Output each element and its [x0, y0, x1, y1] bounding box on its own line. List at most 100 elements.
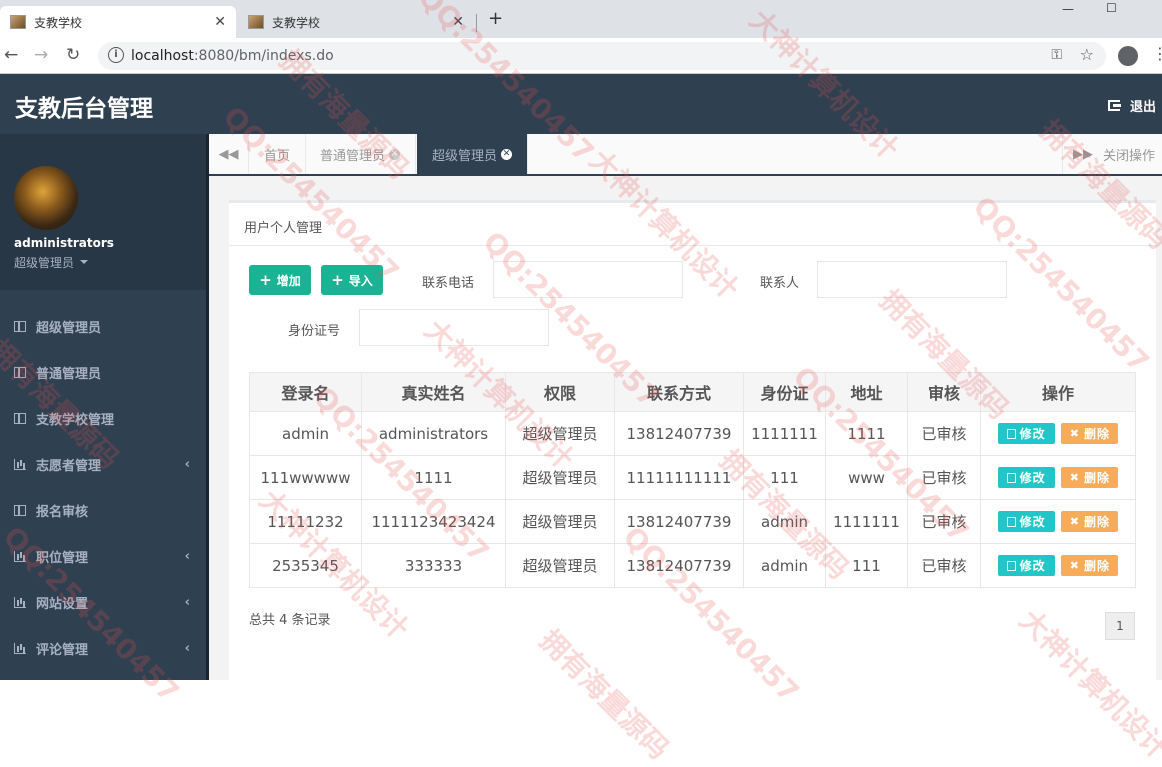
- edit-button[interactable]: 修改: [997, 467, 1055, 488]
- chevron-left-icon: ‹: [184, 548, 190, 564]
- cell-permission: 超级管理员: [505, 455, 615, 500]
- site-favicon-icon: [248, 15, 264, 29]
- sidebar-item-position[interactable]: 职位管理 ‹: [0, 533, 206, 579]
- phone-label: 联系电话: [422, 276, 475, 291]
- close-tab-icon[interactable]: ✕: [452, 14, 464, 30]
- close-tab-icon[interactable]: ✕: [389, 148, 401, 160]
- tab-separator: [476, 14, 477, 32]
- tab-normal-admin[interactable]: 普通管理员 ✕: [305, 134, 417, 174]
- bar-chart-icon: [14, 550, 26, 562]
- profile-panel: administrators 超级管理员: [0, 134, 206, 290]
- minimize-icon[interactable]: —: [1062, 2, 1074, 16]
- close-tab-icon[interactable]: ✕: [501, 148, 513, 160]
- column-header: 权限: [505, 372, 615, 412]
- delete-label: 删除: [1083, 559, 1110, 573]
- column-header: 审核: [907, 372, 981, 412]
- chevron-left-icon: ‹: [184, 640, 190, 656]
- cell-login: 11111232: [249, 499, 362, 544]
- url-text: localhost:8080/bm/indexs.do: [131, 48, 334, 64]
- copy-icon: [1006, 472, 1016, 483]
- delete-button[interactable]: ✖ 删除: [1061, 555, 1119, 576]
- delete-button[interactable]: ✖ 删除: [1061, 423, 1119, 444]
- forward-icon[interactable]: →: [34, 45, 48, 65]
- cell-phone: 13812407739: [614, 543, 744, 588]
- cell-status: 已审核: [907, 499, 981, 544]
- add-button[interactable]: + 增加: [249, 265, 311, 295]
- sidebar-item-super-admin[interactable]: 超级管理员: [0, 303, 206, 349]
- profile-role-dropdown[interactable]: 超级管理员: [14, 254, 88, 271]
- sidebar-item-site-settings[interactable]: 网站设置 ‹: [0, 579, 206, 625]
- sidebar-item-label: 报名审核: [36, 504, 89, 520]
- sidebar-item-label: 职位管理: [36, 550, 89, 566]
- cell-permission: 超级管理员: [505, 543, 615, 588]
- cell-address: 1111: [825, 411, 908, 456]
- edit-button[interactable]: 修改: [997, 555, 1055, 576]
- close-tab-icon[interactable]: ✕: [214, 14, 226, 30]
- edit-button[interactable]: 修改: [997, 423, 1055, 444]
- browser-menu-icon[interactable]: ⋮: [1152, 44, 1162, 63]
- url-field[interactable]: i localhost:8080/bm/indexs.do ⚿ ☆: [98, 42, 1106, 70]
- add-label: 增加: [276, 273, 301, 288]
- cell-status: 已审核: [907, 411, 981, 456]
- contact-label: 联系人: [760, 276, 800, 291]
- browser-tab-2[interactable]: 支教学校 ✕: [238, 6, 474, 38]
- tab-home[interactable]: 首页: [249, 134, 307, 174]
- copy-icon: [1006, 516, 1016, 527]
- sidebar-item-label: 支教学校管理: [36, 412, 115, 428]
- sidebar-item-label: 超级管理员: [36, 320, 102, 336]
- delete-button[interactable]: ✖ 删除: [1061, 467, 1119, 488]
- tabs-scroll-right-icon[interactable]: ▶▶: [1063, 147, 1103, 162]
- browser-tab-strip: 支教学校 ✕ 支教学校 ✕ + — ☐: [0, 0, 1162, 38]
- browser-tab-1[interactable]: 支教学校 ✕: [0, 6, 236, 38]
- edit-button[interactable]: 修改: [997, 511, 1055, 532]
- cell-realname: 333333: [361, 543, 506, 588]
- tab-label: 超级管理员: [432, 148, 498, 164]
- app-header: 支教后台管理 退出: [0, 74, 1162, 134]
- bookmark-star-icon[interactable]: ☆: [1080, 45, 1094, 64]
- grid-icon: [14, 320, 26, 332]
- table-row: 111wwwww 1111 超级管理员 11111111111 111 www …: [249, 455, 1136, 500]
- column-header: 操作: [980, 372, 1136, 412]
- plus-icon: +: [331, 271, 344, 289]
- tab-super-admin[interactable]: 超级管理员 ✕: [417, 134, 529, 174]
- sidebar-item-signup-review[interactable]: 报名审核: [0, 487, 206, 533]
- delete-label: 删除: [1083, 427, 1110, 441]
- sidebar-item-label: 普通管理员: [36, 366, 102, 382]
- sidebar-item-volunteer[interactable]: 志愿者管理 ‹: [0, 441, 206, 487]
- cell-status: 已审核: [907, 455, 981, 500]
- cell-actions: 修改 ✖ 删除: [980, 411, 1136, 456]
- import-button[interactable]: + 导入: [321, 265, 383, 295]
- cell-realname: 1111123423424: [361, 499, 506, 544]
- reload-icon[interactable]: ↻: [66, 45, 80, 65]
- app-title: 支教后台管理: [15, 96, 153, 122]
- bar-chart-icon: [14, 642, 26, 654]
- maximize-icon[interactable]: ☐: [1106, 1, 1117, 15]
- back-icon[interactable]: ←: [4, 45, 18, 65]
- sidebar-item-comments[interactable]: 评论管理 ‹: [0, 625, 206, 671]
- plus-icon: +: [259, 271, 272, 289]
- contact-input[interactable]: [817, 261, 1007, 298]
- sidebar-item-school[interactable]: 支教学校管理: [0, 395, 206, 441]
- new-tab-icon[interactable]: +: [488, 8, 503, 29]
- table-row: admin administrators 超级管理员 13812407739 1…: [249, 411, 1136, 456]
- phone-input[interactable]: [493, 261, 683, 298]
- page-button[interactable]: 1: [1105, 612, 1135, 640]
- logout-button[interactable]: 退出: [1107, 96, 1156, 115]
- cell-phone: 13812407739: [614, 411, 744, 456]
- edit-label: 修改: [1019, 471, 1046, 485]
- close-operations-menu[interactable]: ▶▶ 关闭操作: [1062, 134, 1162, 174]
- cell-actions: 修改 ✖ 删除: [980, 455, 1136, 500]
- delete-button[interactable]: ✖ 删除: [1061, 511, 1119, 532]
- edit-label: 修改: [1019, 427, 1046, 441]
- tabs-scroll-left-icon[interactable]: ◀◀: [209, 134, 249, 174]
- close-operations-label: 关闭操作: [1103, 148, 1156, 164]
- idcard-input[interactable]: [359, 309, 549, 346]
- cell-realname: administrators: [361, 411, 506, 456]
- cell-phone: 13812407739: [614, 499, 744, 544]
- cell-permission: 超级管理员: [505, 499, 615, 544]
- key-icon[interactable]: ⚿: [1051, 47, 1062, 63]
- browser-profile-icon[interactable]: [1118, 46, 1138, 66]
- site-info-icon[interactable]: i: [108, 47, 124, 63]
- cell-idcard: admin: [743, 543, 826, 588]
- sidebar-item-normal-admin[interactable]: 普通管理员: [0, 349, 206, 395]
